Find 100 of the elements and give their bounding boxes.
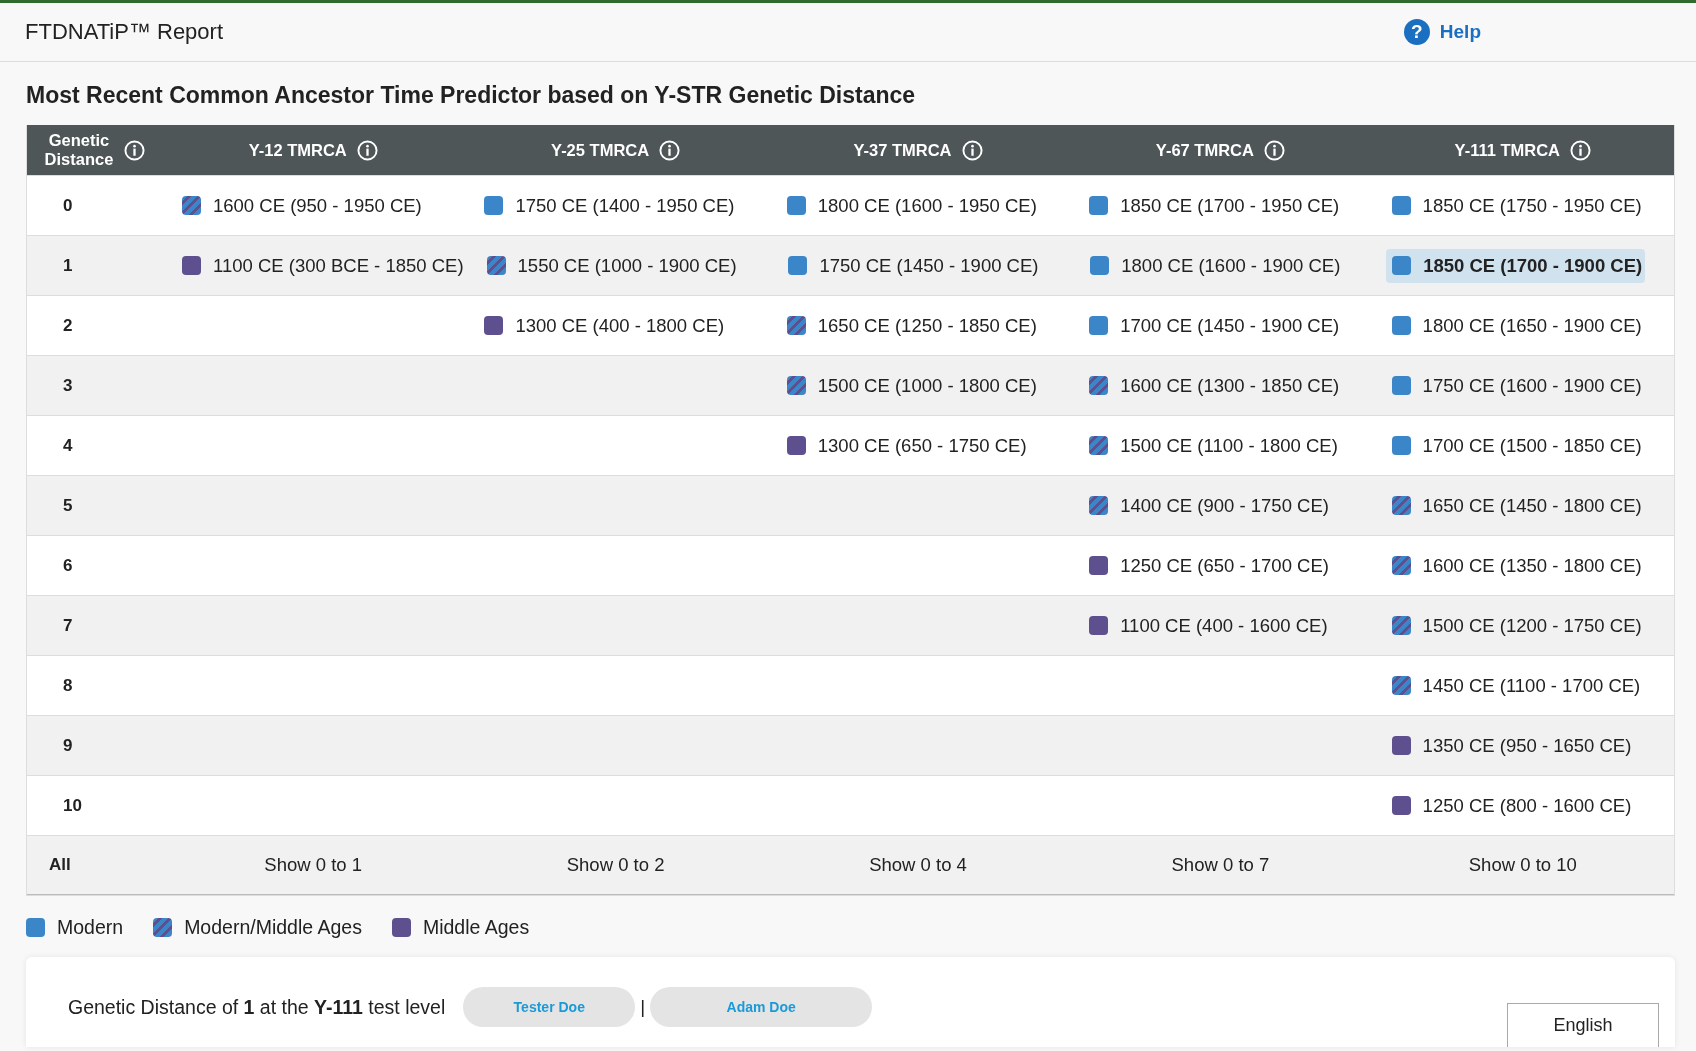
era-swatch-icon (1089, 616, 1109, 635)
era-swatch-icon (484, 196, 504, 215)
era-swatch-icon (484, 316, 504, 335)
tmrca-entry[interactable]: 1600 CE (950 - 1950 CE) (176, 188, 425, 223)
separator: | (640, 995, 646, 1019)
tmrca-entry[interactable]: 1550 CE (1000 - 1900 CE) (480, 248, 740, 283)
era-swatch-icon (1391, 496, 1411, 515)
column-title: Y-37 TMRCA (853, 140, 952, 160)
tmrca-entry[interactable]: 1300 CE (650 - 1750 CE) (780, 428, 1030, 463)
column-title: Y-12 TMRCA (248, 140, 347, 160)
column-title: Genetic Distance (44, 131, 114, 169)
tmrca-entry[interactable]: 1400 CE (900 - 1750 CE) (1083, 488, 1332, 523)
tmrca-entry[interactable]: 1650 CE (1250 - 1850 CE) (780, 308, 1040, 343)
tmrca-entry[interactable]: 1850 CE (1700 - 1900 CE) (1386, 248, 1646, 283)
era-swatch-icon (1089, 556, 1109, 575)
column-title: Y-25 TMRCA (551, 140, 650, 160)
era-swatch-icon (1391, 616, 1411, 635)
show-range-link[interactable]: Show 0 to 2 (566, 854, 665, 876)
distance-value: 6 (62, 555, 73, 576)
page-heading: Most Recent Common Ancestor Time Predictor based on Y-STR Genetic Distance (26, 82, 917, 109)
tmrca-entry[interactable]: 1850 CE (1750 - 1950 CE) (1385, 188, 1645, 223)
era-swatch-icon (486, 256, 506, 275)
distance-summary: Genetic Distance of 1 at the Y-111 test level (68, 995, 446, 1020)
all-label: All (48, 855, 71, 875)
era-swatch-icon (1089, 436, 1109, 455)
legend-label: Middle Ages (422, 916, 530, 939)
distance-value: 7 (62, 615, 73, 636)
tmrca-entry[interactable]: 1100 CE (300 BCE - 1850 CE) (176, 248, 467, 283)
info-icon[interactable] (961, 139, 983, 161)
info-icon[interactable] (124, 139, 145, 161)
era-swatch-icon (182, 196, 201, 215)
distance-value: 10 (62, 795, 82, 816)
distance-value: 4 (62, 435, 73, 456)
info-icon[interactable] (659, 139, 681, 161)
column-title: Y-111 TMRCA (1454, 140, 1560, 160)
era-swatch-icon (786, 376, 806, 395)
language-select[interactable]: English (1507, 1003, 1659, 1047)
tmrca-entry[interactable]: 1750 CE (1450 - 1900 CE) (782, 248, 1042, 283)
era-swatch-icon (1089, 316, 1109, 335)
legend-swatch-icon (391, 918, 411, 937)
show-range-link[interactable]: Show 0 to 4 (869, 854, 967, 876)
tmrca-entry[interactable]: 1250 CE (800 - 1600 CE) (1385, 788, 1635, 823)
show-range-link[interactable]: Show 0 to 7 (1171, 854, 1270, 876)
distance-value: 0 (62, 195, 73, 216)
tmrca-entry[interactable]: 1800 CE (1600 - 1950 CE) (780, 188, 1040, 223)
tmrca-entry[interactable]: 1450 CE (1100 - 1700 CE) (1385, 668, 1644, 703)
era-swatch-icon (1089, 376, 1109, 395)
distance-value: 3 (62, 375, 73, 396)
era-swatch-icon (786, 316, 806, 335)
distance-value: 1 (62, 255, 73, 276)
era-swatch-icon (786, 436, 806, 455)
tmrca-entry[interactable]: 1750 CE (1600 - 1900 CE) (1385, 368, 1645, 403)
tmrca-entry[interactable]: 1600 CE (1300 - 1850 CE) (1083, 368, 1343, 403)
help-link[interactable]: ? Help (1403, 19, 1481, 45)
tmrca-entry[interactable]: 1700 CE (1500 - 1850 CE) (1385, 428, 1645, 463)
tmrca-entry[interactable]: 1700 CE (1450 - 1900 CE) (1083, 308, 1343, 343)
legend-label: Modern (57, 916, 124, 939)
legend-swatch-icon (153, 918, 173, 937)
era-swatch-icon (1391, 796, 1411, 815)
info-icon[interactable] (356, 139, 378, 161)
era-swatch-icon (1391, 316, 1411, 335)
distance-value: 8 (62, 675, 73, 696)
legend-label: Modern/Middle Ages (184, 916, 362, 939)
tmrca-entry[interactable]: 1800 CE (1650 - 1900 CE) (1385, 308, 1645, 343)
era-swatch-icon (788, 256, 808, 275)
info-icon[interactable] (1263, 139, 1285, 161)
distance-value: 9 (62, 735, 73, 756)
legend-swatch-icon (26, 918, 45, 937)
tmrca-entry[interactable]: 1250 CE (650 - 1700 CE) (1083, 548, 1332, 583)
era-swatch-icon (1089, 196, 1109, 215)
app-title: FTDNATiP™ Report (25, 19, 224, 45)
column-title: Y-67 TMRCA (1155, 140, 1254, 160)
era-swatch-icon (1391, 556, 1411, 575)
era-swatch-icon (1391, 436, 1411, 455)
distance-value: 2 (62, 315, 73, 336)
era-swatch-icon (1391, 676, 1411, 695)
tmrca-entry[interactable]: 1600 CE (1350 - 1800 CE) (1385, 548, 1645, 583)
tmrca-entry[interactable]: 1500 CE (1000 - 1800 CE) (780, 368, 1040, 403)
tmrca-entry[interactable]: 1750 CE (1400 - 1950 CE) (478, 188, 738, 223)
era-swatch-icon (1391, 736, 1411, 755)
tmrca-entry[interactable]: 1100 CE (400 - 1600 CE) (1083, 608, 1331, 643)
tmrca-entry[interactable]: 1350 CE (950 - 1650 CE) (1385, 728, 1635, 763)
era-swatch-icon (182, 256, 201, 275)
era-swatch-icon (1090, 256, 1110, 275)
help-icon: ? (1403, 19, 1430, 45)
tmrca-entry[interactable]: 1850 CE (1700 - 1950 CE) (1083, 188, 1343, 223)
show-range-link[interactable]: Show 0 to 10 (1468, 854, 1577, 876)
show-range-link[interactable]: Show 0 to 1 (264, 854, 363, 876)
tmrca-entry[interactable]: 1800 CE (1600 - 1900 CE) (1084, 248, 1344, 283)
distance-value: 5 (62, 495, 73, 516)
tmrca-entry[interactable]: 1650 CE (1450 - 1800 CE) (1385, 488, 1645, 523)
era-swatch-icon (1391, 196, 1411, 215)
tmrca-entry[interactable]: 1300 CE (400 - 1800 CE) (478, 308, 728, 343)
tmrca-entry[interactable]: 1500 CE (1200 - 1750 CE) (1385, 608, 1645, 643)
tmrca-entry[interactable]: 1500 CE (1100 - 1800 CE) (1083, 428, 1341, 463)
era-swatch-icon (786, 196, 806, 215)
info-icon[interactable] (1570, 139, 1591, 161)
era-swatch-icon (1391, 376, 1411, 395)
era-swatch-icon (1392, 256, 1412, 275)
era-swatch-icon (1089, 496, 1109, 515)
